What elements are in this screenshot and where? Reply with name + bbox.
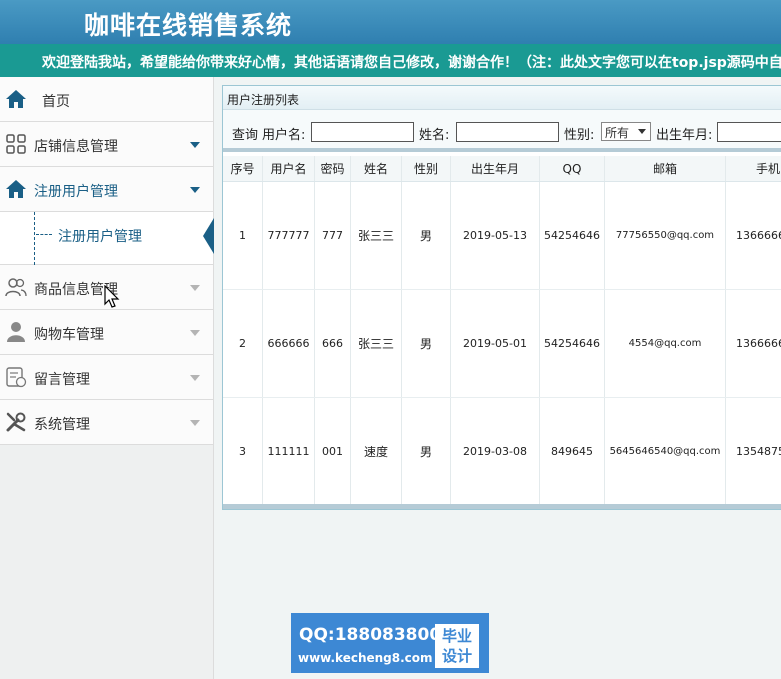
username-input[interactable] [311,122,414,142]
table-cell: 2019-05-13 [451,182,540,289]
table-cell: 速度 [351,398,402,505]
table-cell: 666 [315,290,351,397]
table-row[interactable]: 1 777777 777 张三三 男 2019-05-13 54254646 7… [223,182,781,290]
table-cell: 3 [223,398,263,505]
column-header: 邮箱 [605,156,726,181]
watermark-qq: QQ:188083800 [299,625,442,645]
table-cell: 54254646 [540,290,605,397]
birth-input[interactable] [717,122,781,142]
table-cell: 13548754 [736,445,781,458]
table-cell: 男 [402,290,451,397]
tree-line [34,212,35,265]
table-cell: 张三三 [351,290,402,397]
table-cell: 77756550@qq.com [605,182,726,289]
tree-branch [36,234,52,235]
column-header: 性别 [402,156,451,181]
table-row[interactable]: 3 111111 001 速度 男 2019-03-08 849645 5645… [223,398,781,506]
sidebar-item-shop[interactable]: 店铺信息管理 [0,122,213,167]
table-cell: 1 [223,182,263,289]
table-bottom-border [223,504,781,509]
table-cell: 男 [402,398,451,505]
birth-label: 出生年月: [656,128,713,143]
table-cell: 4554@qq.com [605,290,726,397]
marquee-text: 欢迎登陆我站，希望能给你带来好心情，其他话语请您自己修改，谢谢合作！（注：此处文… [42,55,781,71]
home-icon [6,180,26,198]
column-header: 手机 [756,162,781,176]
user-list-panel: 用户注册列表 查询 用户名: 姓名: 性别: 所有 出生年月: 序号 用户名 密… [222,85,781,510]
table-cell: 849645 [540,398,605,505]
message-icon [6,367,27,388]
watermark-badge-line2: 设计 [441,647,472,665]
table-cell: 13666666 [736,337,781,350]
chevron-down-icon [190,187,200,193]
column-header: QQ [540,156,605,181]
gender-select-value: 所有 [605,126,630,140]
table-cell: 777 [315,182,351,289]
system-title: 咖啡在线销售系统 [84,11,293,40]
column-header: 密码 [315,156,351,181]
sidebar-item-label: 购物车管理 [34,327,104,343]
grid-icon [6,134,26,154]
sidebar-item-label: 首页 [42,94,70,110]
table-cell: 张三三 [351,182,402,289]
sidebar-item-cart[interactable]: 购物车管理 [0,310,213,355]
table-cell: 001 [315,398,351,505]
tools-icon [6,412,26,432]
chevron-down-icon [190,285,200,291]
sidebar: 首页 店铺信息管理 注册用户管理 注册用户管理 商品信息管理 购物车管理 留言管… [0,77,214,679]
marquee-bar: 欢迎登陆我站，希望能给你带来好心情，其他话语请您自己修改，谢谢合作！（注：此处文… [0,44,781,77]
gender-label: 性别: [564,128,595,143]
sidebar-item-label: 注册用户管理 [34,184,118,200]
search-bar: 查询 用户名: 姓名: 性别: 所有 出生年月: [223,110,781,152]
name-label: 姓名: [419,128,450,143]
username-label: 用户名: [262,128,306,143]
column-header: 序号 [223,156,263,181]
column-header: 姓名 [351,156,402,181]
name-input[interactable] [456,122,559,142]
sidebar-item-label: 店铺信息管理 [34,139,118,155]
submenu-item-label: 注册用户管理 [58,229,142,245]
sidebar-item-messages[interactable]: 留言管理 [0,355,213,400]
table-cell: 5645646540@qq.com [605,398,726,505]
table-cell: 2 [223,290,263,397]
panel-title: 用户注册列表 [227,93,300,107]
submenu-item-user-registration[interactable]: 注册用户管理 [0,212,214,265]
user-icon [7,322,25,342]
header-bar: 咖啡在线销售系统 [0,0,781,44]
table-cell: 2019-03-08 [451,398,540,505]
active-pointer-icon [203,218,214,254]
watermark-badge-line1: 毕业 [441,627,472,645]
sidebar-item-label: 系统管理 [34,417,90,433]
query-label: 查询 [232,128,259,143]
table-cell: 男 [402,182,451,289]
watermark-url: www.kecheng8.com [298,651,433,665]
chevron-down-icon [190,420,200,426]
sidebar-item-users[interactable]: 注册用户管理 [0,167,213,212]
mouse-cursor-icon [104,285,120,308]
chevron-down-icon [638,129,646,134]
home-icon [6,90,26,108]
chevron-down-icon [190,142,200,148]
chevron-down-icon [190,375,200,381]
sidebar-item-label: 留言管理 [34,372,90,388]
table-cell: 54254646 [540,182,605,289]
table-header: 序号 用户名 密码 姓名 性别 出生年月 QQ 邮箱 手机 [223,156,781,182]
table-cell: 13666666 [736,229,781,242]
watermark-badge: 毕业 设计 [435,624,479,668]
table-row[interactable]: 2 666666 666 张三三 男 2019-05-01 54254646 4… [223,290,781,398]
panel-header: 用户注册列表 [223,86,781,110]
users-icon [5,278,27,297]
table-cell: 777777 [263,182,315,289]
sidebar-item-system[interactable]: 系统管理 [0,400,213,445]
column-header: 出生年月 [451,156,540,181]
watermark-banner: QQ:188083800 www.kecheng8.com 毕业 设计 [291,613,489,673]
sidebar-item-home[interactable]: 首页 [0,77,213,122]
chevron-down-icon [190,330,200,336]
table-cell: 2019-05-01 [451,290,540,397]
table-cell: 666666 [263,290,315,397]
gender-select[interactable]: 所有 [601,122,651,141]
table-cell: 111111 [263,398,315,505]
column-header: 用户名 [263,156,315,181]
